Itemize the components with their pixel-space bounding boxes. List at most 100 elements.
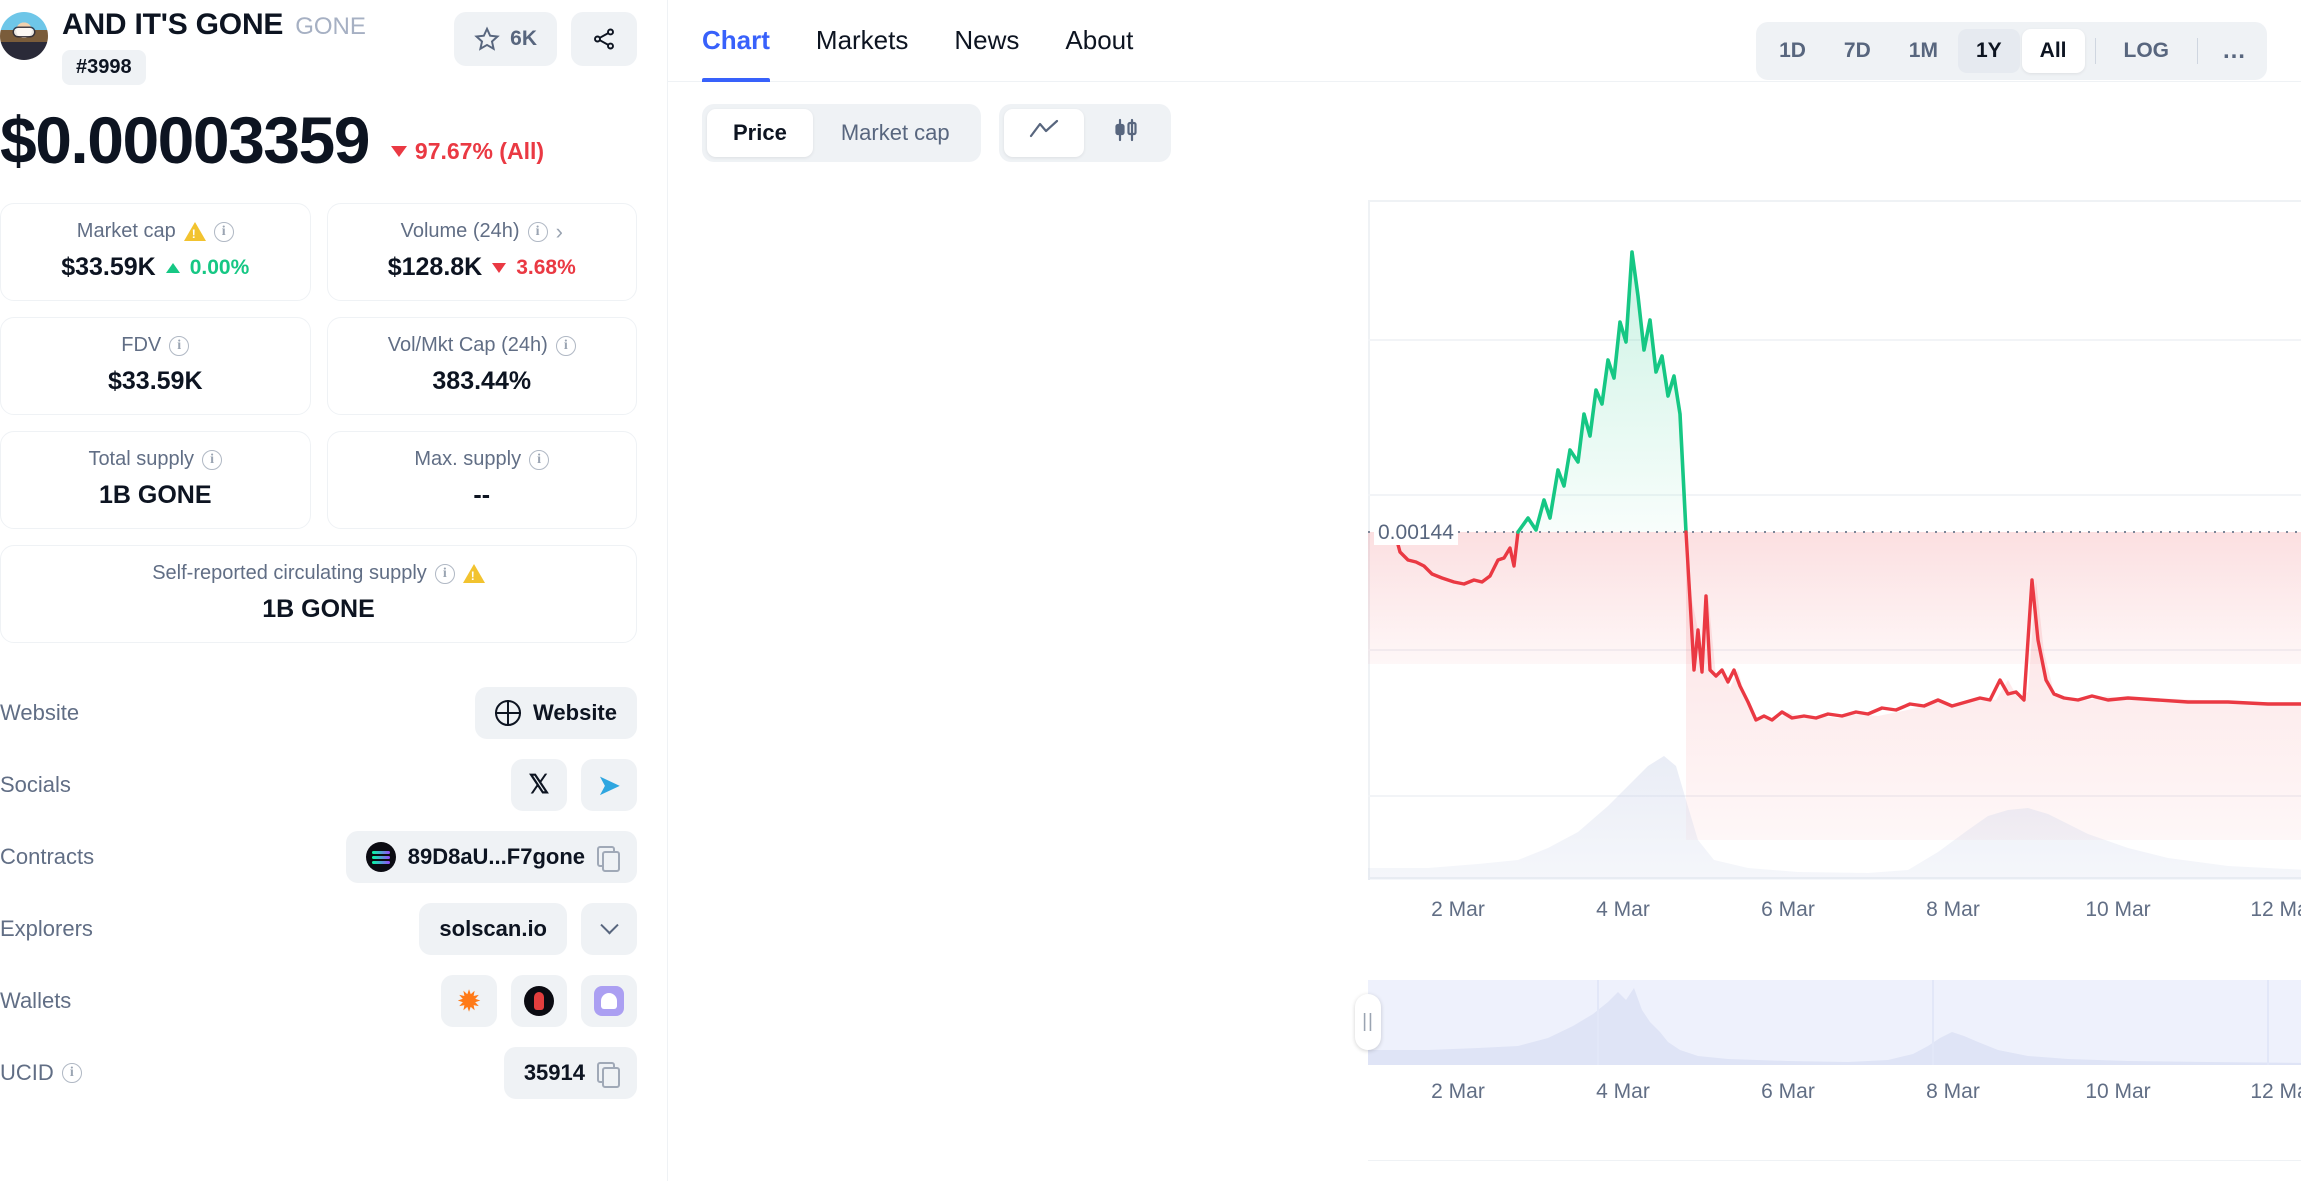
stat-change: 3.68% bbox=[516, 255, 576, 279]
tab-about[interactable]: About bbox=[1065, 0, 1133, 82]
info-icon[interactable]: i bbox=[169, 335, 190, 356]
wallet-backpack-button[interactable] bbox=[511, 975, 567, 1027]
website-button[interactable]: Website bbox=[475, 687, 637, 739]
date-axis: 2 Mar 4 Mar 6 Mar 8 Mar 10 Mar 12 Mar 14… bbox=[1368, 898, 2301, 938]
metric-price-button[interactable]: Price bbox=[707, 109, 813, 157]
stat-label-text: Vol/Mkt Cap (24h) bbox=[387, 334, 548, 356]
current-price: $0.00003359 bbox=[0, 103, 370, 177]
stat-value: 1B GONE bbox=[98, 481, 212, 509]
wallet-phantom-button[interactable] bbox=[581, 975, 637, 1027]
stat-card-vol-mkt-cap[interactable]: Vol/Mkt Cap (24h) i 383.44% bbox=[326, 317, 637, 415]
star-icon bbox=[474, 26, 500, 51]
link-controls: 𝕏 ➤ bbox=[511, 759, 637, 811]
timeframe-1m[interactable]: 1M bbox=[1891, 29, 1956, 73]
stat-label-text: FDV bbox=[121, 334, 162, 356]
coin-detail-page: AND IT'S GONE GONE #3998 6K $0.00003359 … bbox=[0, 0, 2301, 1181]
coin-info-sidebar: AND IT'S GONE GONE #3998 6K $0.00003359 … bbox=[0, 0, 668, 1181]
stat-label: FDV i bbox=[11, 334, 300, 357]
info-icon[interactable]: i bbox=[527, 221, 548, 242]
stat-label: Max. supply i bbox=[338, 448, 627, 471]
ucid-value: 35914 bbox=[523, 1060, 585, 1085]
stat-label-text: Volume (24h) bbox=[400, 220, 520, 242]
contract-address-chip[interactable]: 89D8aU...F7gone bbox=[345, 831, 637, 883]
ucid-label-text: UCID bbox=[0, 1060, 54, 1085]
nav-x-tick-1: 4 Mar bbox=[1596, 1080, 1650, 1103]
link-row-wallets: Wallets ✹ bbox=[0, 965, 637, 1037]
stat-label: Self-reported circulating supply i bbox=[11, 562, 626, 585]
metric-market-cap-button[interactable]: Market cap bbox=[815, 109, 976, 157]
stat-card-self-reported-circulating-supply[interactable]: Self-reported circulating supply i 1B GO… bbox=[0, 545, 637, 643]
explorer-chip[interactable]: solscan.io bbox=[419, 903, 567, 955]
copy-icon[interactable] bbox=[597, 846, 620, 872]
tab-chart[interactable]: Chart bbox=[702, 0, 770, 82]
tab-news[interactable]: News bbox=[954, 0, 1019, 82]
info-icon[interactable]: i bbox=[434, 563, 455, 584]
info-icon[interactable]: i bbox=[213, 221, 234, 242]
website-button-label: Website bbox=[533, 700, 617, 725]
link-controls: 35914 bbox=[503, 1047, 637, 1099]
stat-label: Total supply i bbox=[11, 448, 300, 471]
price-change: 97.67% (All) bbox=[390, 138, 544, 173]
info-icon[interactable]: i bbox=[202, 449, 223, 470]
log-scale-button[interactable]: LOG bbox=[2106, 29, 2188, 73]
stat-value-row: -- bbox=[338, 481, 627, 510]
stat-card-market-cap[interactable]: Market cap i $33.59K 0.00% bbox=[0, 203, 311, 301]
nav-x-tick-2: 6 Mar bbox=[1761, 1080, 1815, 1103]
chart-panel: Chart Markets News About Price Market ca… bbox=[668, 0, 2301, 1181]
chart-style-toggle-group bbox=[998, 104, 1171, 162]
chevron-down-icon bbox=[599, 915, 619, 934]
info-icon[interactable]: i bbox=[529, 449, 550, 470]
stat-card-volume-24h[interactable]: Volume (24h) i › $128.8K 3.68% bbox=[326, 203, 637, 301]
link-controls: ✹ bbox=[441, 975, 637, 1027]
link-label: Socials bbox=[0, 772, 71, 797]
price-chart[interactable]: 0.00144 0.0030 0.0020 0.0010 0.000033 bbox=[1368, 200, 2301, 920]
link-label: Contracts bbox=[0, 844, 95, 869]
globe-icon bbox=[495, 700, 522, 726]
social-telegram-button[interactable]: ➤ bbox=[581, 759, 637, 811]
timeframe-1y[interactable]: 1Y bbox=[1957, 29, 2020, 73]
coin-name-block: AND IT'S GONE GONE #3998 bbox=[62, 8, 366, 85]
chart-style-line-button[interactable] bbox=[1003, 109, 1084, 157]
panel-bottom-divider bbox=[1368, 1160, 2301, 1161]
link-row-website: Website Website bbox=[0, 677, 637, 749]
watchlist-button[interactable]: 6K bbox=[454, 12, 557, 66]
timeframe-7d[interactable]: 7D bbox=[1826, 29, 1889, 73]
x-tick-3: 8 Mar bbox=[1926, 898, 1980, 921]
stat-card-total-supply[interactable]: Total supply i 1B GONE bbox=[0, 431, 311, 529]
info-icon[interactable]: i bbox=[61, 1063, 82, 1083]
header-actions: 6K bbox=[454, 12, 637, 66]
link-controls: solscan.io bbox=[419, 903, 637, 955]
x-tick-5: 12 Mar bbox=[2250, 898, 2301, 921]
backpack-wallet-icon bbox=[524, 986, 554, 1016]
navigator-handle-left[interactable]: || bbox=[1355, 994, 1381, 1050]
divider bbox=[2197, 38, 2198, 64]
stat-label: Market cap i bbox=[11, 220, 300, 243]
tab-markets[interactable]: Markets bbox=[816, 0, 908, 82]
ucid-chip[interactable]: 35914 bbox=[503, 1047, 637, 1099]
x-tick-1: 4 Mar bbox=[1596, 898, 1650, 921]
share-button[interactable] bbox=[571, 12, 637, 66]
price-chart-svg[interactable] bbox=[1368, 200, 2301, 880]
wallet-sun-button[interactable]: ✹ bbox=[441, 975, 497, 1027]
coin-rank-badge: #3998 bbox=[62, 50, 146, 85]
stat-value: -- bbox=[473, 481, 491, 509]
chart-style-candles-button[interactable] bbox=[1086, 109, 1166, 157]
stat-card-fdv[interactable]: FDV i $33.59K bbox=[0, 317, 311, 415]
timeframe-1d[interactable]: 1D bbox=[1761, 29, 1824, 73]
line-chart-icon bbox=[1029, 119, 1058, 138]
copy-icon[interactable] bbox=[597, 1062, 620, 1088]
stat-value-row: $33.59K bbox=[11, 367, 300, 396]
info-icon[interactable]: i bbox=[555, 335, 576, 356]
timeframe-all[interactable]: All bbox=[2021, 29, 2085, 73]
link-label: Wallets bbox=[0, 988, 72, 1013]
chevron-right-icon[interactable]: › bbox=[556, 220, 563, 243]
warning-icon bbox=[462, 564, 485, 583]
chart-range-navigator[interactable]: || || bbox=[1355, 980, 2301, 1065]
candlestick-chart-icon bbox=[1115, 118, 1137, 142]
triangle-up-icon bbox=[165, 262, 180, 273]
stat-card-max-supply[interactable]: Max. supply i -- bbox=[326, 431, 637, 529]
stat-label-text: Max. supply bbox=[414, 448, 522, 470]
more-options-button[interactable]: … bbox=[2208, 27, 2262, 75]
social-x-button[interactable]: 𝕏 bbox=[511, 759, 567, 811]
explorers-expand-button[interactable] bbox=[581, 903, 637, 955]
